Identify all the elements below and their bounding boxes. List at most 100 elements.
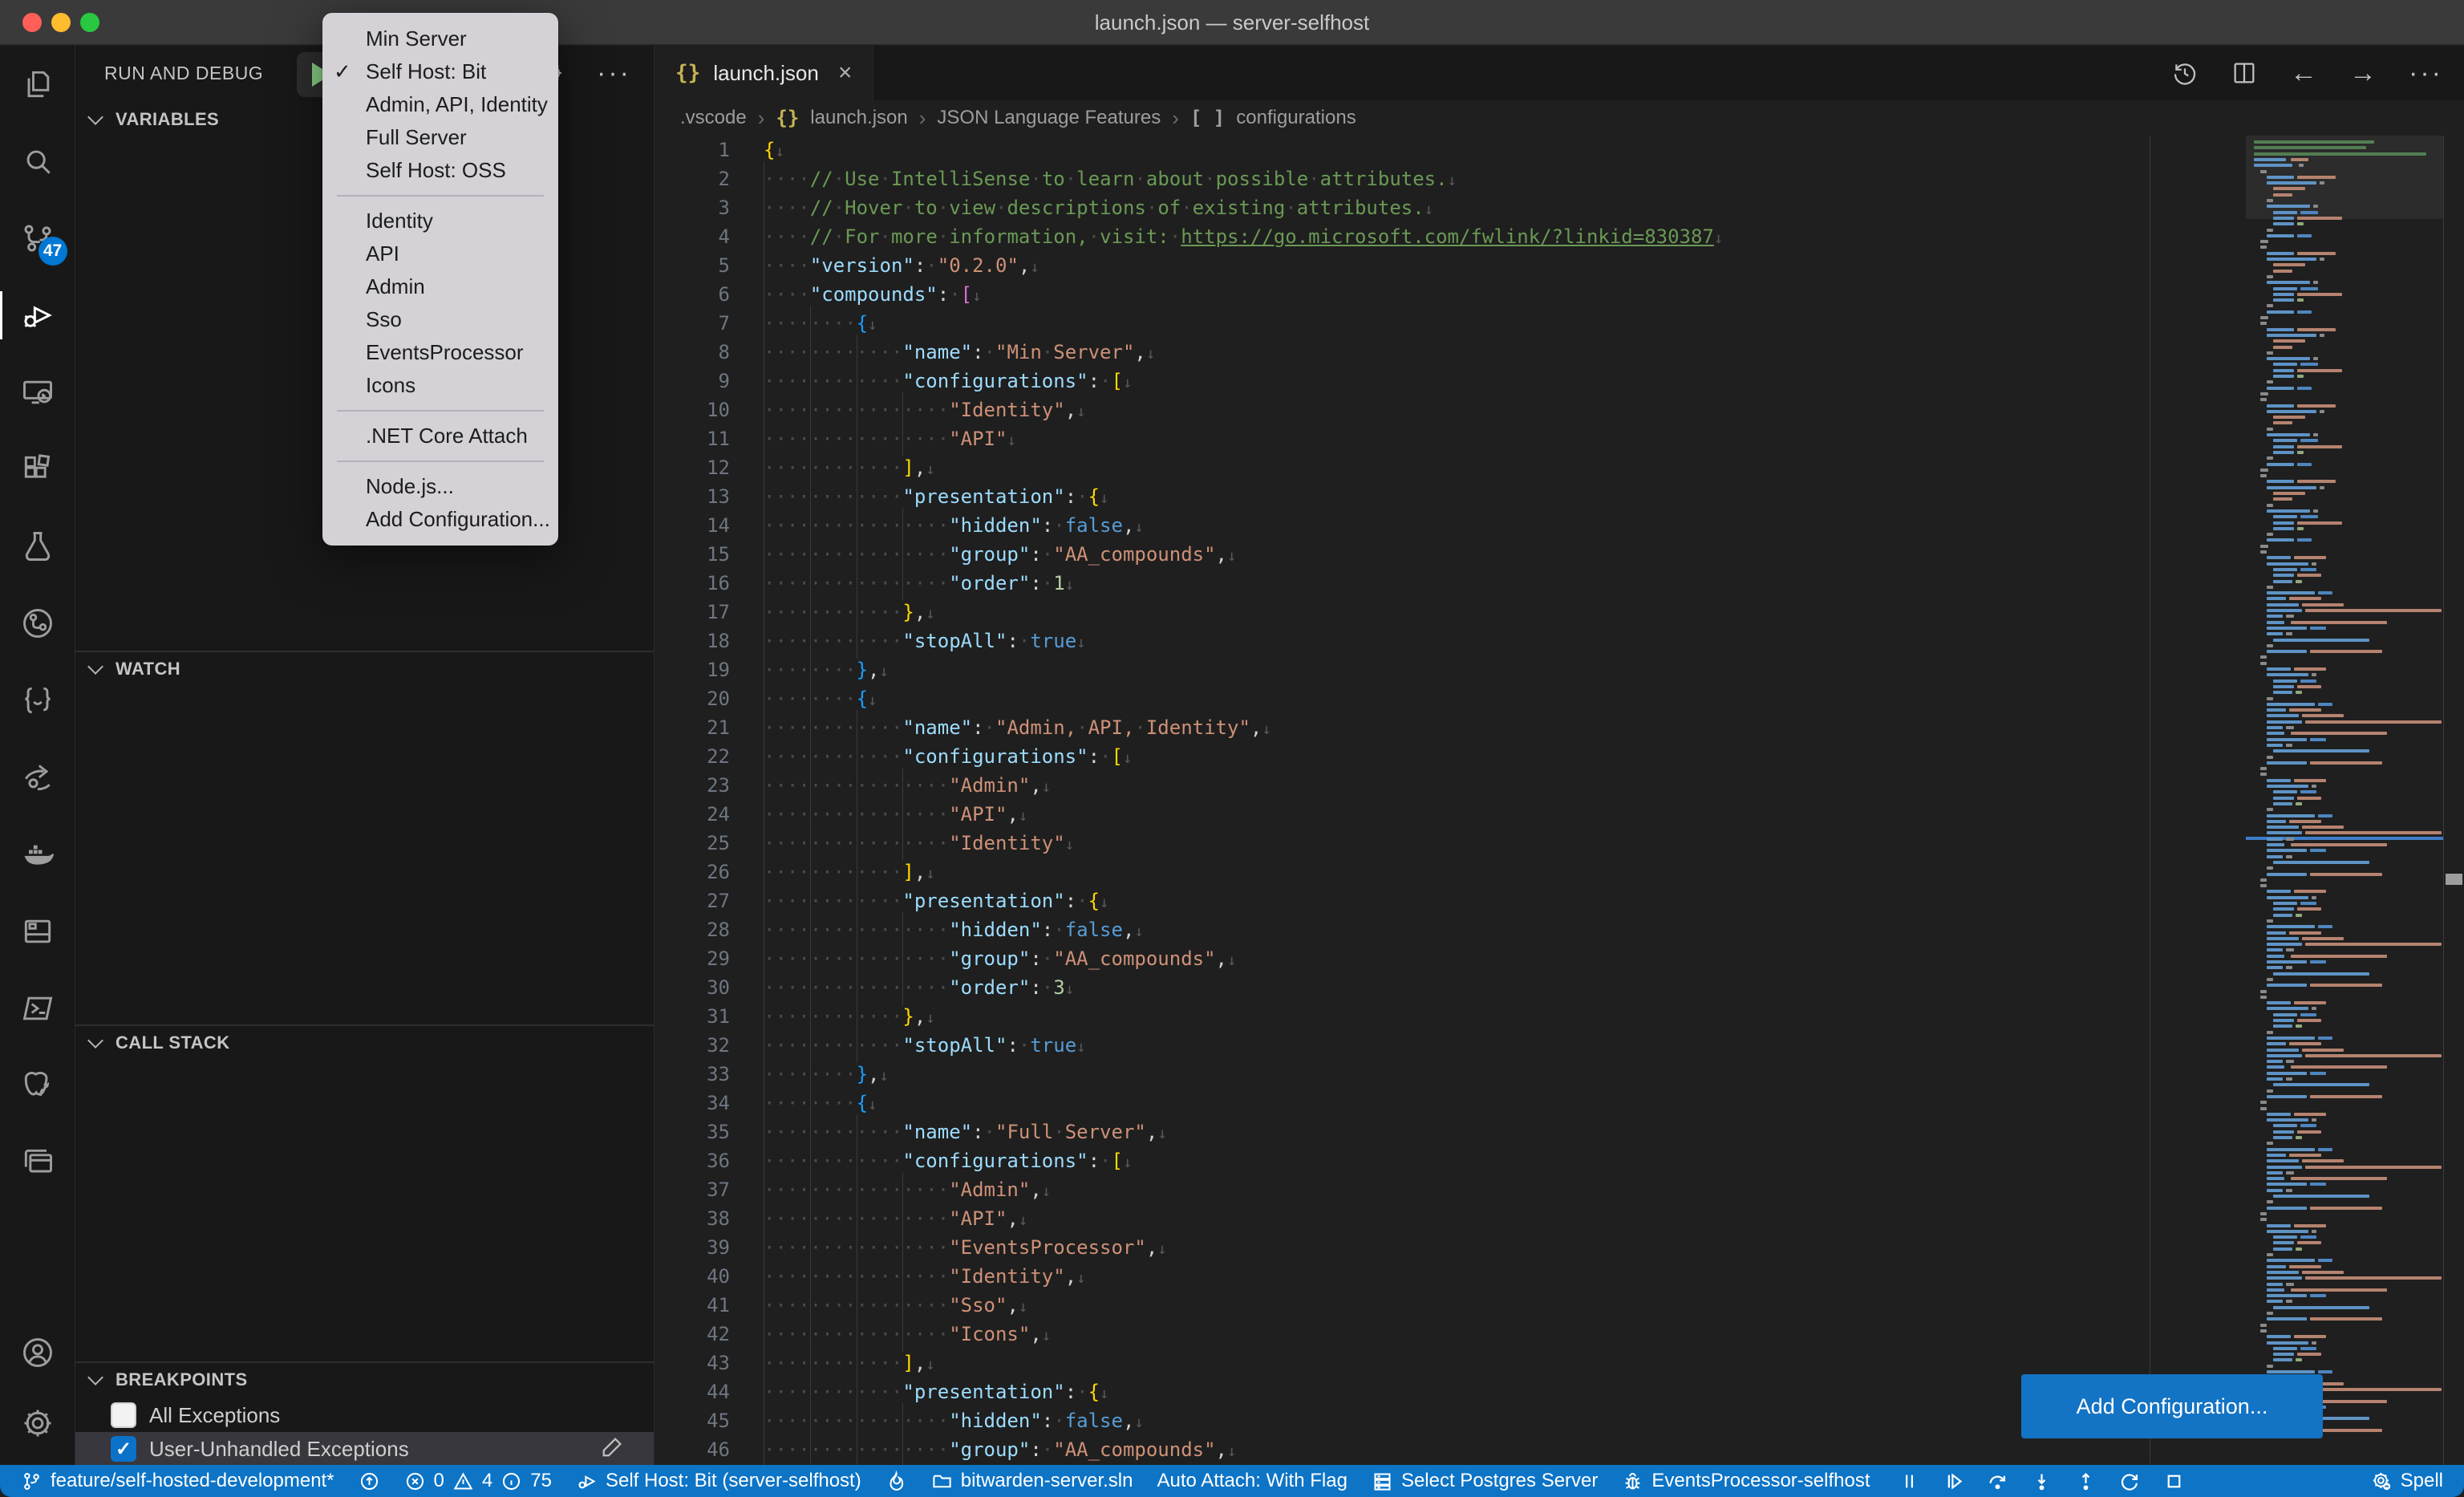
navigate-back-icon[interactable]: ← xyxy=(2290,58,2317,89)
solution-status-item[interactable]: bitwarden-server.sln xyxy=(931,1470,1133,1492)
tab-launch-json[interactable]: {} launch.json × xyxy=(654,46,873,100)
branch-status-item[interactable]: feature/self-hosted-development* xyxy=(21,1470,334,1492)
code-line[interactable]: 6····"compounds":·[↓ xyxy=(654,280,2464,309)
code-line[interactable]: 26············],↓ xyxy=(654,858,2464,886)
step-into-icon[interactable] xyxy=(2031,1471,2053,1492)
code-line[interactable]: 30················"order":·3↓ xyxy=(654,973,2464,1002)
menu-item[interactable]: Identity xyxy=(322,205,558,237)
menu-item[interactable]: EventsProcessor xyxy=(322,336,558,369)
code-line[interactable]: 35············"name":·"Full·Server",↓ xyxy=(654,1118,2464,1146)
menu-item[interactable]: Add Configuration... xyxy=(322,503,558,536)
section-call-stack[interactable]: CALL STACK xyxy=(75,1024,654,1060)
breakpoint-row[interactable]: All Exceptions xyxy=(75,1398,654,1432)
step-out-icon[interactable] xyxy=(2075,1471,2097,1492)
sidebar-item-extensions[interactable] xyxy=(0,431,75,508)
code-line[interactable]: 27············"presentation":·{↓ xyxy=(654,886,2464,915)
code-line[interactable]: 43············],↓ xyxy=(654,1349,2464,1377)
code-line[interactable]: 4····//·For·more·information,·visit:·htt… xyxy=(654,222,2464,251)
code-line[interactable]: 32············"stopAll":·true↓ xyxy=(654,1031,2464,1060)
menu-item[interactable]: Node.js... xyxy=(322,470,558,503)
code-line[interactable]: 18············"stopAll":·true↓ xyxy=(654,627,2464,655)
code-line[interactable]: 16················"order":·1↓ xyxy=(654,569,2464,598)
menu-item[interactable]: Min Server xyxy=(322,22,558,55)
sidebar-item-window-layouts[interactable] xyxy=(0,1124,75,1201)
flame-status-item[interactable] xyxy=(886,1471,907,1492)
pause-icon[interactable] xyxy=(1899,1471,1920,1492)
menu-item[interactable]: ✓Self Host: Bit xyxy=(322,55,558,88)
code-line[interactable]: 46················"group":·"AA_compounds… xyxy=(654,1435,2464,1464)
breakpoint-row[interactable]: ✓User-Unhandled Exceptions xyxy=(75,1432,654,1466)
code-editor[interactable]: 1{↓2····//·Use·IntelliSense·to·learn·abo… xyxy=(654,136,2464,1465)
debug-target-status-item[interactable]: Self Host: Bit (server-selfhost) xyxy=(576,1470,861,1492)
checkbox[interactable]: ✓ xyxy=(111,1436,136,1462)
code-line[interactable]: 31············},↓ xyxy=(654,1002,2464,1031)
breadcrumb[interactable]: .vscode›{}launch.json›JSON Language Feat… xyxy=(654,100,2464,136)
section-watch[interactable]: WATCH xyxy=(75,651,654,686)
code-line[interactable]: 39················"EventsProcessor",↓ xyxy=(654,1233,2464,1262)
breadcrumb-item[interactable]: JSON Language Features xyxy=(937,107,1161,129)
edit-condition-icon[interactable] xyxy=(601,1434,625,1464)
code-line[interactable]: 14················"hidden":·false,↓ xyxy=(654,511,2464,540)
code-line[interactable]: 13············"presentation":·{↓ xyxy=(654,482,2464,511)
sidebar-item-search[interactable] xyxy=(0,123,75,200)
spell-checker-status-item[interactable]: Spell xyxy=(2371,1470,2443,1492)
code-line[interactable]: 9············"configurations":·[↓ xyxy=(654,367,2464,396)
breadcrumb-item[interactable]: launch.json xyxy=(810,107,907,129)
step-over-icon[interactable] xyxy=(1987,1471,2008,1492)
code-line[interactable]: 7········{↓ xyxy=(654,309,2464,338)
code-line[interactable]: 41················"Sso",↓ xyxy=(654,1291,2464,1320)
code-line[interactable]: 15················"group":·"AA_compounds… xyxy=(654,540,2464,569)
section-breakpoints[interactable]: BREAKPOINTS xyxy=(75,1361,654,1397)
code-line[interactable]: 40················"Identity",↓ xyxy=(654,1262,2464,1291)
code-line[interactable]: 28················"hidden":·false,↓ xyxy=(654,915,2464,944)
overview-ruler[interactable] xyxy=(2443,136,2464,1465)
code-line[interactable]: 38················"API",↓ xyxy=(654,1204,2464,1233)
menu-item[interactable]: Icons xyxy=(322,369,558,402)
menu-item[interactable]: Self Host: OSS xyxy=(322,154,558,187)
sync-status-item[interactable] xyxy=(359,1471,380,1492)
timeline-history-icon[interactable] xyxy=(2171,59,2199,87)
sidebar-item-source-control[interactable]: 47 xyxy=(0,200,75,277)
more-actions-icon[interactable]: ··· xyxy=(597,58,631,89)
auto-attach-status-item[interactable]: Auto Attach: With Flag xyxy=(1157,1470,1347,1492)
code-line[interactable]: 37················"Admin",↓ xyxy=(654,1175,2464,1204)
sidebar-item-powershell[interactable] xyxy=(0,970,75,1047)
editor-more-actions-icon[interactable]: ··· xyxy=(2409,58,2443,89)
sidebar-item-run-and-debug[interactable] xyxy=(0,277,75,354)
sidebar-item-testing[interactable] xyxy=(0,508,75,585)
code-line[interactable]: 8············"name":·"Min·Server",↓ xyxy=(654,338,2464,367)
code-line[interactable]: 23················"Admin",↓ xyxy=(654,771,2464,800)
sidebar-item-remote-explorer[interactable] xyxy=(0,354,75,431)
minimap[interactable] xyxy=(2246,136,2443,1465)
breadcrumb-item[interactable]: .vscode xyxy=(680,107,747,129)
sidebar-item-postgresql[interactable] xyxy=(0,1047,75,1124)
menu-item[interactable]: Sso xyxy=(322,303,558,336)
code-line[interactable]: 36············"configurations":·[↓ xyxy=(654,1146,2464,1175)
sidebar-item-braces-smiley[interactable] xyxy=(0,662,75,739)
code-line[interactable]: 24················"API",↓ xyxy=(654,800,2464,829)
settings-button[interactable] xyxy=(0,1388,75,1458)
code-line[interactable]: 29················"group":·"AA_compounds… xyxy=(654,944,2464,973)
navigate-forward-icon[interactable]: → xyxy=(2349,58,2377,89)
stop-icon[interactable] xyxy=(2163,1471,2185,1492)
sidebar-item-live-share[interactable] xyxy=(0,739,75,816)
code-line[interactable]: 20········{↓ xyxy=(654,684,2464,713)
code-line[interactable]: 22············"configurations":·[↓ xyxy=(654,742,2464,771)
code-line[interactable]: 2····//·Use·IntelliSense·to·learn·about·… xyxy=(654,164,2464,193)
add-configuration-button[interactable]: Add Configuration... xyxy=(2021,1374,2323,1438)
sidebar-item-containers[interactable] xyxy=(0,893,75,970)
breadcrumb-item[interactable]: configurations xyxy=(1236,107,1356,129)
postgres-status-item[interactable]: Select Postgres Server xyxy=(1372,1470,1598,1492)
code-line[interactable]: 21············"name":·"Admin,·API,·Ident… xyxy=(654,713,2464,742)
code-line[interactable]: 25················"Identity"↓ xyxy=(654,829,2464,858)
debug-session-status-item[interactable]: EventsProcessor-selfhost xyxy=(1622,1470,1870,1492)
menu-item[interactable]: Admin, API, Identity xyxy=(322,88,558,121)
checkbox[interactable] xyxy=(111,1402,136,1428)
menu-item[interactable]: .NET Core Attach xyxy=(322,420,558,452)
code-line[interactable]: 10················"Identity",↓ xyxy=(654,396,2464,424)
problems-status-item[interactable]: 0 4 75 xyxy=(404,1470,552,1492)
sidebar-item-explorer[interactable] xyxy=(0,46,75,123)
code-line[interactable]: 11················"API"↓ xyxy=(654,424,2464,453)
code-line[interactable]: 34········{↓ xyxy=(654,1089,2464,1118)
menu-item[interactable]: Admin xyxy=(322,270,558,303)
